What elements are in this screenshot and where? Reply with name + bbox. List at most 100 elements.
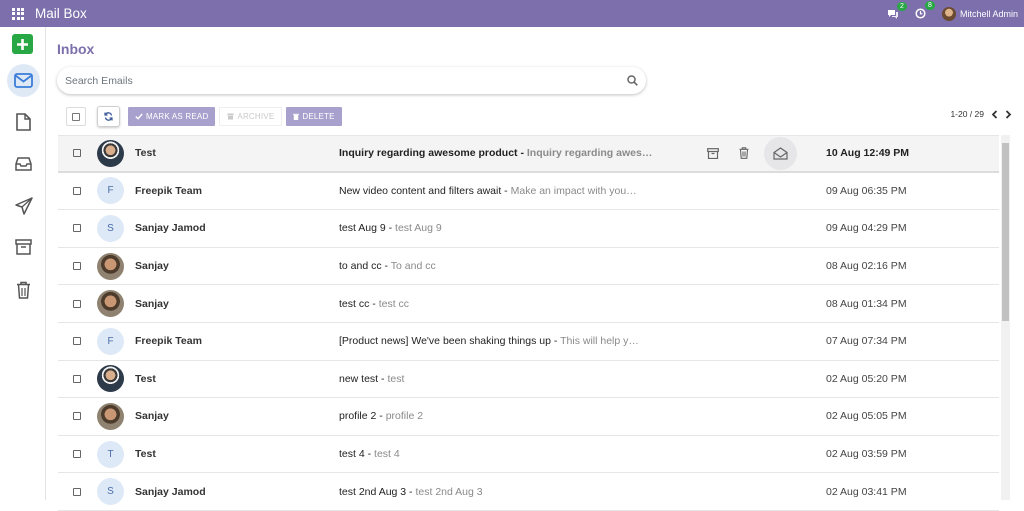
sender-name: Test xyxy=(135,448,156,461)
email-subject: test 2nd Aug 3 - test 2nd Aug 3 xyxy=(339,485,483,498)
paper-plane-icon xyxy=(14,196,33,215)
chat-bubbles-icon xyxy=(887,9,898,19)
sidebar-item-sent[interactable] xyxy=(7,189,40,222)
table-row[interactable]: Sanjay test cc - test cc 08 Aug 01:34 PM xyxy=(58,285,999,323)
avatar: S xyxy=(97,478,124,506)
email-date: 09 Aug 04:29 PM xyxy=(826,222,907,235)
avatar xyxy=(97,290,124,318)
user-menu[interactable]: Mitchell Admin xyxy=(941,6,1018,21)
page-title: Inbox xyxy=(57,41,95,57)
pager-previous[interactable] xyxy=(991,109,998,119)
chevron-right-icon xyxy=(1005,109,1012,119)
apps-menu-icon[interactable] xyxy=(3,0,33,27)
email-date: 08 Aug 02:16 PM xyxy=(826,260,907,273)
pager-value[interactable]: 1-20 / 29 xyxy=(950,109,984,119)
sidebar xyxy=(0,27,46,500)
activities-menu[interactable]: 8 xyxy=(915,1,935,19)
email-date: 09 Aug 06:35 PM xyxy=(826,184,907,197)
sender-name: Sanjay xyxy=(135,410,169,423)
sidebar-item-trash[interactable] xyxy=(7,273,40,306)
avatar: F xyxy=(97,327,124,355)
table-row[interactable]: T Test test 4 - test 4 02 Aug 03:59 PM xyxy=(58,436,999,474)
email-snippet: Inquiry regarding awes… xyxy=(526,147,653,160)
scrollbar-thumb[interactable] xyxy=(1002,143,1009,321)
row-checkbox[interactable] xyxy=(73,149,81,158)
row-checkbox[interactable] xyxy=(73,487,81,496)
email-subject: to and cc - To and cc xyxy=(339,260,436,273)
list-scrollbar[interactable] xyxy=(1001,135,1010,500)
sender-name: Sanjay Jamod xyxy=(135,485,206,498)
sidebar-item-drafts[interactable] xyxy=(7,105,40,138)
archive-icon xyxy=(227,113,234,120)
email-subject: test cc - test cc xyxy=(339,297,410,310)
email-subject: Inquiry regarding awesome product - Inqu… xyxy=(339,147,653,160)
main-panel: Inbox MARK AS READ ARCHIVE DELETE 1-20 /… xyxy=(46,27,1024,511)
table-row[interactable]: F Freepik Team [Product news] We've been… xyxy=(58,323,999,361)
table-row[interactable]: F Freepik Team New video content and fil… xyxy=(58,173,999,211)
archive-button[interactable]: ARCHIVE xyxy=(219,107,283,126)
mail-toolbar: MARK AS READ ARCHIVE DELETE xyxy=(66,106,346,127)
table-row[interactable]: S Sanjay Jamod test 2nd Aug 3 - test 2nd… xyxy=(58,473,999,511)
user-avatar xyxy=(941,6,956,21)
table-row[interactable]: S Sanjay Jamod test Aug 9 - test Aug 9 0… xyxy=(58,210,999,248)
file-icon xyxy=(16,112,31,131)
email-subject: New video content and filters await - Ma… xyxy=(339,184,637,197)
user-name: Mitchell Admin xyxy=(959,8,1018,19)
email-subject: test 4 - test 4 xyxy=(339,448,400,461)
sender-name: Sanjay xyxy=(135,297,169,310)
table-row[interactable]: Test new test - test 02 Aug 05:20 PM xyxy=(58,361,999,399)
email-snippet: Make an impact with you… xyxy=(510,184,637,197)
refresh-button[interactable] xyxy=(97,106,120,127)
app-title[interactable]: Mail Box xyxy=(35,6,87,21)
archive-box-icon xyxy=(707,147,719,159)
row-mark-read-button[interactable] xyxy=(764,136,797,170)
mark-as-read-button[interactable]: MARK AS READ xyxy=(128,107,216,126)
table-row[interactable]: Test Inquiry regarding awesome product -… xyxy=(58,135,999,173)
avatar: T xyxy=(97,440,124,468)
messages-badge: 2 xyxy=(896,1,907,11)
pager-next[interactable] xyxy=(1005,109,1012,119)
search-input[interactable] xyxy=(65,74,627,87)
table-row[interactable]: Sanjay profile 2 - profile 2 02 Aug 05:0… xyxy=(58,398,999,436)
check-icon xyxy=(135,113,143,120)
select-all-checkbox[interactable] xyxy=(66,107,86,126)
email-subject: test Aug 9 - test Aug 9 xyxy=(339,222,442,235)
table-row[interactable]: Sanjay to and cc - To and cc 08 Aug 02:1… xyxy=(58,248,999,286)
refresh-icon xyxy=(104,112,113,121)
row-archive-button[interactable] xyxy=(705,145,721,161)
row-checkbox[interactable] xyxy=(73,262,81,271)
row-checkbox[interactable] xyxy=(73,450,81,459)
avatar xyxy=(97,365,124,393)
row-checkbox[interactable] xyxy=(73,374,81,383)
avatar xyxy=(97,402,124,430)
row-checkbox[interactable] xyxy=(73,337,81,346)
activities-badge: 8 xyxy=(924,1,935,10)
sender-name: Freepik Team xyxy=(135,184,202,197)
avatar xyxy=(97,252,124,280)
sidebar-item-inbox[interactable] xyxy=(7,64,40,97)
email-snippet: test xyxy=(387,372,405,385)
row-checkbox[interactable] xyxy=(73,224,81,233)
sender-name: Test xyxy=(135,372,156,385)
compose-button[interactable] xyxy=(12,34,33,54)
row-checkbox[interactable] xyxy=(73,412,81,421)
email-snippet: profile 2 xyxy=(385,410,424,423)
sidebar-item-archive[interactable] xyxy=(7,230,40,263)
sidebar-item-all-mail[interactable] xyxy=(7,147,40,180)
email-snippet: test Aug 9 xyxy=(395,222,442,235)
inbox-tray-icon xyxy=(15,156,32,171)
messages-menu[interactable]: 2 xyxy=(887,1,907,19)
top-navbar: Mail Box 2 8 Mitchell Admin xyxy=(0,0,1024,27)
search-icon[interactable] xyxy=(627,75,638,86)
avatar: S xyxy=(97,214,124,242)
row-checkbox[interactable] xyxy=(73,299,81,308)
delete-button[interactable]: DELETE xyxy=(286,107,342,126)
row-checkbox[interactable] xyxy=(73,186,81,195)
trash-icon xyxy=(17,281,30,299)
pager: 1-20 / 29 xyxy=(950,109,1012,119)
email-date: 02 Aug 05:05 PM xyxy=(826,410,907,423)
email-date: 02 Aug 05:20 PM xyxy=(826,372,907,385)
sender-name: Test xyxy=(135,147,156,160)
search-bar xyxy=(57,67,646,94)
row-delete-button[interactable] xyxy=(736,145,752,161)
